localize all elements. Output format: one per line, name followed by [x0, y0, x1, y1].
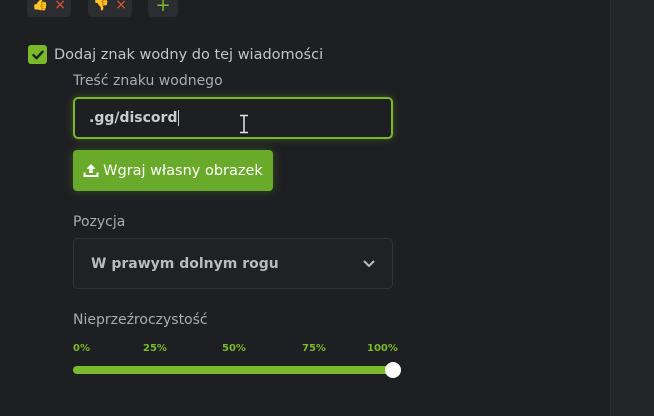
thumbs-up-icon: 👍 [32, 0, 49, 12]
watermark-text-label: Treść znaku wodnego [73, 73, 223, 89]
watermark-checkbox[interactable] [28, 45, 47, 64]
upload-image-button[interactable]: Wgraj własny obrazek [73, 150, 273, 191]
sidebar-divider [610, 0, 611, 416]
watermark-checkbox-row[interactable]: Dodaj znak wodny do tej wiadomości [28, 45, 323, 64]
opacity-tick-50: 50% [222, 343, 246, 354]
opacity-slider-fill [73, 366, 393, 374]
thumbs-down-icon: 👎 [93, 0, 110, 12]
text-caret [178, 110, 180, 126]
opacity-label: Nieprzeźroczystość [73, 312, 208, 328]
remove-reaction-button[interactable]: × [115, 0, 127, 12]
position-label: Pozycja [73, 214, 126, 230]
watermark-checkbox-label: Dodaj znak wodny do tej wiadomości [54, 46, 324, 63]
text-cursor-icon [240, 114, 248, 134]
opacity-tick-100: 100% [367, 343, 398, 354]
opacity-tick-labels: 0% 25% 50% 75% 100% [73, 343, 398, 355]
position-select[interactable]: W prawym dolnym rogu [73, 238, 393, 289]
opacity-tick-0: 0% [73, 343, 90, 354]
opacity-tick-75: 75% [302, 343, 326, 354]
upload-icon [83, 164, 99, 177]
opacity-slider-thumb[interactable] [385, 362, 401, 378]
reaction-thumbs-up[interactable]: 👍 × [27, 0, 71, 17]
check-icon [31, 50, 44, 59]
position-select-value: W prawym dolnym rogu [91, 255, 279, 272]
chevron-down-icon [363, 260, 375, 267]
right-sidebar [610, 0, 654, 416]
opacity-slider[interactable] [73, 362, 401, 378]
watermark-panel: 👍 × 👎 × + Dodaj znak wodny do tej wiadom… [0, 0, 610, 416]
watermark-text-value: .gg/discord [89, 110, 178, 126]
remove-reaction-button[interactable]: × [54, 0, 66, 12]
opacity-tick-25: 25% [143, 343, 167, 354]
watermark-text-input[interactable]: .gg/discord [73, 97, 393, 139]
add-reaction-button[interactable]: + [148, 0, 178, 17]
plus-icon: + [155, 0, 171, 16]
reaction-thumbs-down[interactable]: 👎 × [88, 0, 132, 17]
upload-image-label: Wgraj własny obrazek [103, 162, 263, 179]
